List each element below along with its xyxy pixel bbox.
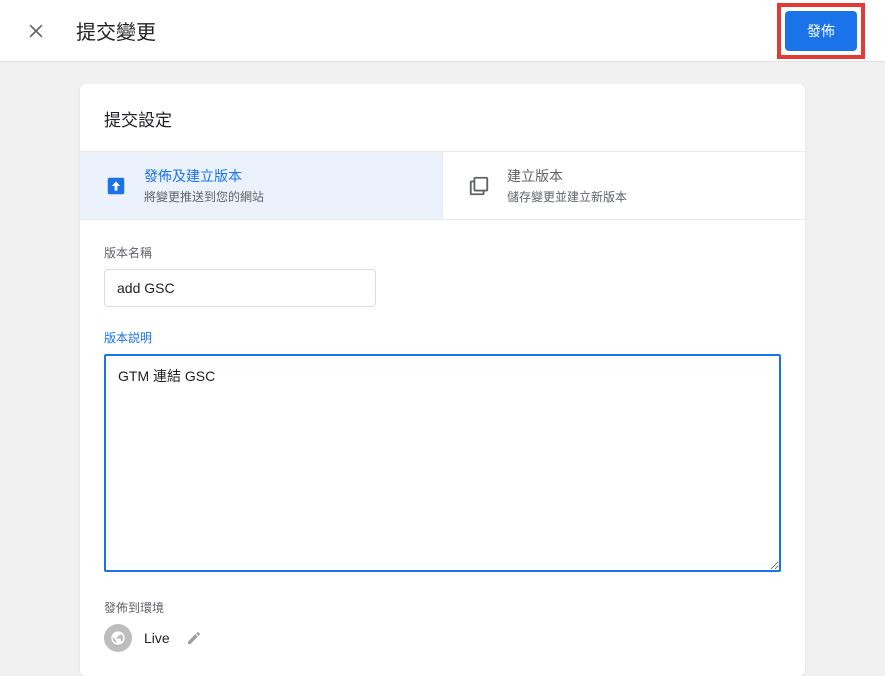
version-desc-input[interactable] — [104, 354, 781, 572]
publish-environment: 發佈到環境 Live — [104, 599, 781, 652]
close-button[interactable] — [20, 15, 52, 47]
tab-publish-create[interactable]: 發佈及建立版本 將變更推送到您的網站 — [80, 152, 442, 219]
card-title: 提交設定 — [80, 84, 805, 151]
header-left: 提交變更 — [20, 15, 156, 47]
env-label: 發佈到環境 — [104, 599, 781, 616]
dialog-title: 提交變更 — [76, 16, 156, 45]
close-icon — [26, 21, 46, 41]
dialog-header: 提交變更 發佈 — [0, 0, 885, 62]
version-name-label: 版本名稱 — [104, 244, 781, 261]
version-desc-label: 版本説明 — [104, 329, 781, 346]
edit-env-button[interactable] — [182, 626, 206, 650]
version-name-input[interactable] — [104, 269, 376, 307]
tab-desc: 儲存變更並建立新版本 — [507, 188, 627, 205]
globe-icon — [104, 624, 132, 652]
submission-tabs: 發佈及建立版本 將變更推送到您的網站 建立版本 儲存變更並建立新版本 — [80, 151, 805, 220]
tab-text: 發佈及建立版本 將變更推送到您的網站 — [144, 166, 264, 205]
tab-text: 建立版本 儲存變更並建立新版本 — [507, 166, 627, 205]
publish-highlight: 發佈 — [777, 3, 865, 59]
version-icon — [467, 174, 491, 198]
publish-button[interactable]: 發佈 — [785, 11, 857, 51]
content-area: 提交設定 發佈及建立版本 將變更推送到您的網站 — [0, 62, 885, 676]
publish-icon — [104, 174, 128, 198]
field-version-desc: 版本説明 — [104, 329, 781, 577]
pencil-icon — [186, 630, 202, 646]
tab-title: 建立版本 — [507, 166, 627, 186]
tab-create-version[interactable]: 建立版本 儲存變更並建立新版本 — [442, 152, 805, 219]
form-body: 版本名稱 版本説明 發佈到環境 Live — [80, 220, 805, 676]
field-version-name: 版本名稱 — [104, 244, 781, 307]
env-row: Live — [104, 624, 781, 652]
tab-title: 發佈及建立版本 — [144, 166, 264, 186]
tab-desc: 將變更推送到您的網站 — [144, 188, 264, 205]
submit-settings-card: 提交設定 發佈及建立版本 將變更推送到您的網站 — [80, 84, 805, 676]
env-name: Live — [144, 630, 170, 646]
